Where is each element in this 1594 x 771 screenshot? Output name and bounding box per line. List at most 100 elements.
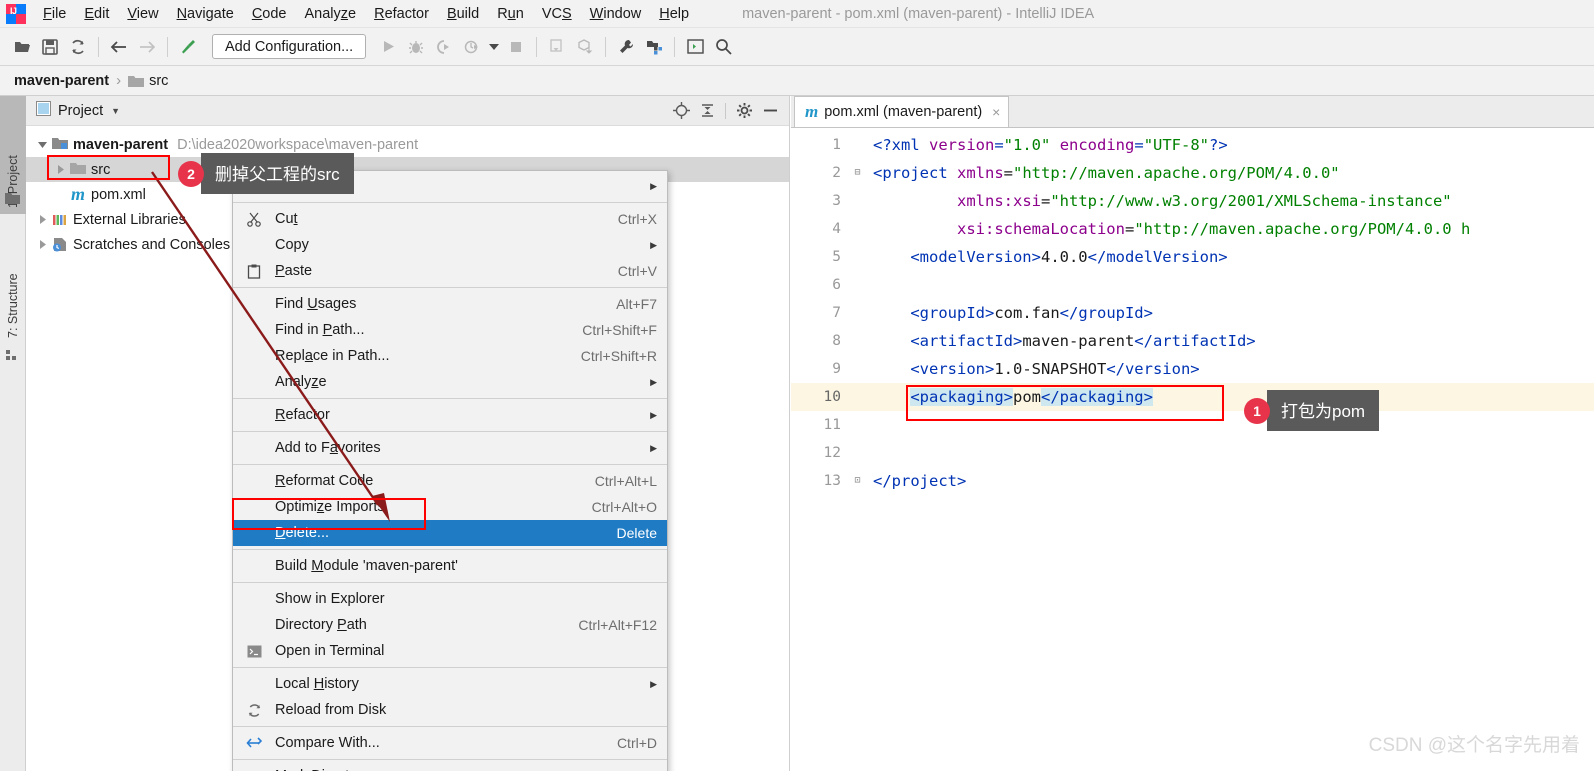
menu-item-label: Reload from Disk	[275, 702, 387, 718]
menu-item-shortcut: Ctrl+Alt+O	[591, 499, 657, 515]
menu-edit[interactable]: Edit	[75, 3, 118, 25]
menu-item-show-in-explorer[interactable]: Show in Explorer	[233, 586, 667, 612]
menu-separator	[233, 549, 667, 550]
chevron-down-icon[interactable]: ▼	[111, 106, 120, 116]
menu-item-label: Delete...	[275, 525, 330, 541]
menu-item-local-history[interactable]: Local History ▶	[233, 671, 667, 697]
intellij-logo-icon: IJ	[6, 3, 26, 24]
menu-file[interactable]: File	[34, 3, 75, 25]
project-rail-icon	[5, 192, 20, 210]
menu-vcs[interactable]: VCS	[533, 3, 581, 25]
menu-item-label: Refactor	[275, 407, 330, 423]
menu-item-cut[interactable]: Cut Ctrl+X	[233, 206, 667, 232]
save-all-icon[interactable]	[36, 33, 64, 61]
menu-item-shortcut: Delete	[616, 525, 657, 541]
code-editor[interactable]: 1 2 ⊟ 3 4 5 6 7 8 9 10 11 12 13 ⊡ <?xml …	[791, 128, 1594, 771]
settings-wrench-icon[interactable]	[612, 33, 640, 61]
terminal-icon	[241, 645, 267, 658]
menu-build[interactable]: Build	[438, 3, 488, 25]
update-project-icon	[543, 33, 571, 61]
menu-item-label: Optimize Imports	[275, 499, 385, 515]
menu-navigate[interactable]: Navigate	[168, 3, 243, 25]
breadcrumb-node[interactable]: src	[149, 73, 168, 89]
menu-view[interactable]: View	[118, 3, 167, 25]
code-line-4: xsi:schemaLocation="http://maven.apache.…	[957, 220, 1471, 238]
line-number: 6	[832, 277, 841, 293]
menu-window[interactable]: Window	[581, 3, 651, 25]
menu-item-label: Local History	[275, 676, 359, 692]
submenu-arrow-icon: ▶	[650, 180, 657, 191]
menu-run[interactable]: Run	[488, 3, 533, 25]
menu-separator	[233, 726, 667, 727]
locate-target-icon[interactable]	[668, 98, 694, 124]
collapse-all-icon[interactable]	[694, 98, 720, 124]
menu-item-delete[interactable]: Delete... Delete	[233, 520, 667, 546]
menu-analyze[interactable]: Analyze	[296, 3, 366, 25]
tree-node-maven-parent[interactable]: maven-parent D:\idea2020workspace\maven-…	[26, 132, 789, 157]
menu-item-reformat-code[interactable]: Reformat Code Ctrl+Alt+L	[233, 468, 667, 494]
debug-icon	[402, 33, 430, 61]
hide-minimize-icon[interactable]	[757, 98, 783, 124]
compare-icon	[241, 736, 267, 750]
submenu-arrow-icon: ▶	[650, 376, 657, 387]
annotation-text-1: 打包为pom	[1267, 390, 1380, 431]
build-hammer-icon[interactable]	[174, 33, 202, 61]
menu-separator	[233, 464, 667, 465]
menu-code[interactable]: Code	[243, 3, 296, 25]
menu-item-compare-with[interactable]: Compare With... Ctrl+D	[233, 730, 667, 756]
code-fold-icon[interactable]: ⊡	[852, 475, 863, 486]
menu-refactor[interactable]: Refactor	[365, 3, 438, 25]
menu-item-add-to-favorites[interactable]: Add to Favorites ▶	[233, 435, 667, 461]
chevron-right-icon[interactable]	[52, 165, 68, 174]
intellij-idea-window: IJ File Edit View Navigate Code Analyze …	[0, 0, 1594, 771]
menu-item-reload-from-disk[interactable]: Reload from Disk	[233, 697, 667, 723]
code-line-2: <project xmlns="http://maven.apache.org/…	[873, 164, 1340, 182]
menu-item-mark-directory-as[interactable]: Mark Directory as ▶	[233, 763, 667, 771]
menu-bar: IJ File Edit View Navigate Code Analyze …	[0, 0, 1594, 28]
settings-gear-icon[interactable]	[731, 98, 757, 124]
clipboard-icon	[241, 264, 267, 279]
chevron-right-icon[interactable]	[34, 240, 50, 249]
editor-tab-pom-xml[interactable]: m pom.xml (maven-parent) ×	[794, 96, 1010, 127]
code-line-9: <version>1.0-SNAPSHOT</version>	[910, 360, 1200, 378]
menu-help[interactable]: Help	[650, 3, 698, 25]
menu-item-analyze[interactable]: Analyze ▶	[233, 369, 667, 395]
menu-item-replace-in-path[interactable]: Replace in Path... Ctrl+Shift+R	[233, 343, 667, 369]
project-structure-icon[interactable]	[640, 33, 668, 61]
code-line-1: <?xml version="1.0" encoding="UTF-8"?>	[873, 136, 1228, 154]
menu-separator	[233, 431, 667, 432]
menu-item-optimize-imports[interactable]: Optimize Imports Ctrl+Alt+O	[233, 494, 667, 520]
menu-item-build-module[interactable]: Build Module 'maven-parent'	[233, 553, 667, 579]
profile-icon	[458, 33, 486, 61]
terminal-icon[interactable]	[681, 33, 709, 61]
chevron-down-icon[interactable]	[486, 33, 502, 61]
open-folder-icon[interactable]	[8, 33, 36, 61]
folder-icon	[68, 162, 88, 177]
project-window-icon	[36, 100, 51, 121]
add-configuration-button[interactable]: Add Configuration...	[212, 34, 367, 59]
menu-item-paste[interactable]: Paste Ctrl+V	[233, 258, 667, 284]
chevron-down-icon[interactable]	[34, 140, 50, 149]
sync-refresh-icon[interactable]	[64, 33, 92, 61]
close-icon[interactable]: ×	[992, 104, 1000, 120]
search-everywhere-icon[interactable]	[709, 33, 737, 61]
stop-icon	[502, 33, 530, 61]
line-number: 2 ⊟	[791, 159, 867, 187]
breadcrumb-project[interactable]: maven-parent	[14, 73, 109, 89]
menu-item-open-in-terminal[interactable]: Open in Terminal	[233, 638, 667, 664]
navigate-back-icon[interactable]	[105, 33, 133, 61]
module-icon	[50, 137, 70, 152]
menu-item-refactor[interactable]: Refactor ▶	[233, 402, 667, 428]
menu-item-find-in-path[interactable]: Find in Path... Ctrl+Shift+F	[233, 317, 667, 343]
code-content[interactable]: <?xml version="1.0" encoding="UTF-8"?> <…	[867, 128, 1594, 771]
menu-item-copy[interactable]: Copy ▶	[233, 232, 667, 258]
menu-item-directory-path[interactable]: Directory Path Ctrl+Alt+F12	[233, 612, 667, 638]
code-fold-icon[interactable]: ⊟	[852, 167, 863, 178]
editor-area: m pom.xml (maven-parent) × 1 2 ⊟ 3 4 5 6…	[791, 96, 1594, 771]
sidebar-item-structure[interactable]: 7: Structure	[0, 224, 26, 344]
breadcrumb: maven-parent › src	[0, 66, 1594, 96]
submenu-arrow-icon: ▶	[650, 409, 657, 420]
chevron-right-icon[interactable]	[34, 215, 50, 224]
menu-item-find-usages[interactable]: Find Usages Alt+F7	[233, 291, 667, 317]
